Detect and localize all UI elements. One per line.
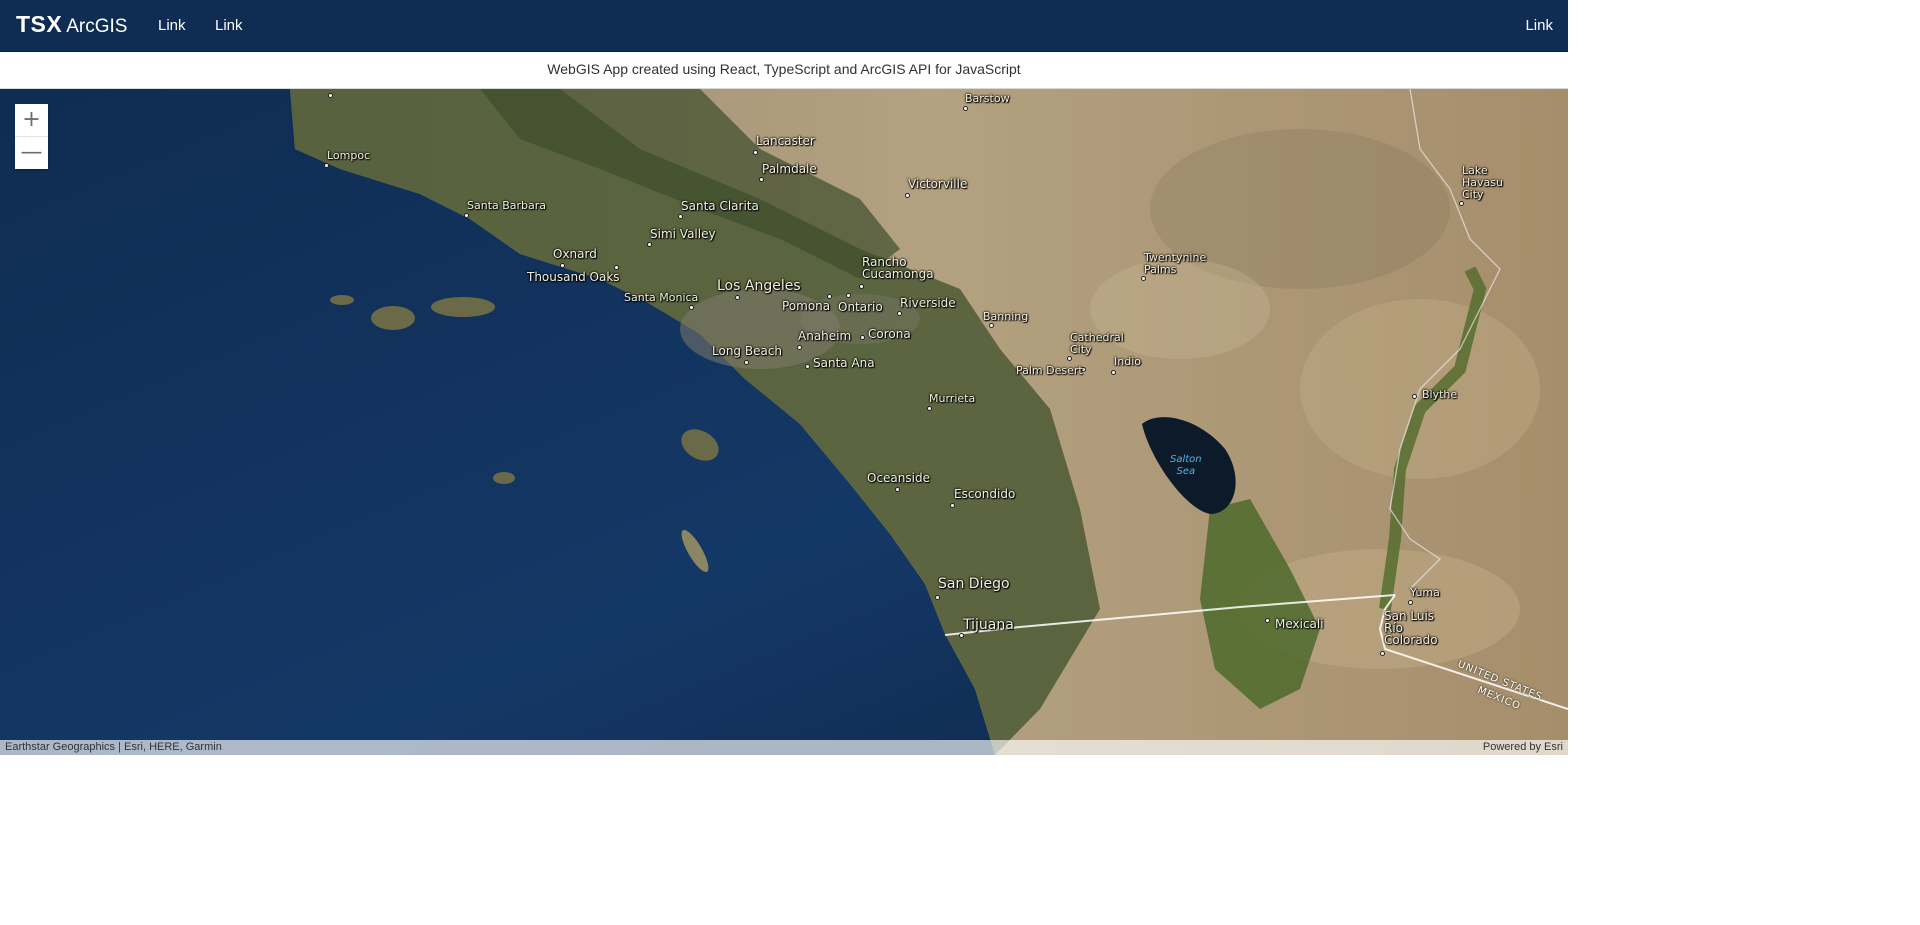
attribution-text[interactable]: Earthstar Geographics | Esri, HERE, Garm… — [5, 741, 222, 753]
city-dot-lake-havasu-city — [1459, 201, 1464, 206]
city-dot-santa-barbara — [464, 213, 469, 218]
label-tijuana: Tijuana — [963, 617, 1014, 633]
label-twentynine-palms: Twentynine Palms — [1144, 251, 1207, 276]
label-banning: Banning — [983, 310, 1029, 323]
brand-light-text: ArcGIS — [66, 16, 128, 37]
brand-strong-text: TSX — [16, 11, 63, 37]
label-mexicali: Mexicali — [1275, 617, 1324, 631]
city-dot-riverside — [897, 311, 902, 316]
label-riverside: Riverside — [900, 296, 956, 310]
label-pomona: Pomona — [782, 299, 831, 313]
label-oxnard: Oxnard — [553, 247, 597, 261]
label-blythe: Blythe — [1422, 388, 1458, 401]
top-navbar: TSX ArcGIS Link Link Link — [0, 0, 1568, 52]
city-dot-long-beach — [744, 360, 749, 365]
label-santa-ana: Santa Ana — [813, 356, 875, 370]
label-barstow: Barstow — [965, 92, 1010, 105]
city-dot-anaheim — [797, 345, 802, 350]
zoom-control: + — — [15, 104, 48, 169]
city-dot-san-luis-rio-colorado — [1380, 651, 1385, 656]
nav-link-right[interactable]: Link — [1525, 17, 1553, 34]
city-dot-oceanside — [895, 487, 900, 492]
city-dot-san-diego — [935, 595, 940, 600]
city-dot-rancho-cucamonga — [859, 284, 864, 289]
label-santa-monica: Santa Monica — [624, 291, 699, 304]
city-dot-lompoc — [324, 163, 329, 168]
label-los-angeles: Los Angeles — [717, 278, 801, 294]
city-dot-indio — [1111, 370, 1116, 375]
map-attribution: Earthstar Geographics | Esri, HERE, Garm… — [0, 740, 1568, 755]
plus-icon[interactable]: + — [15, 104, 48, 137]
city-dot-cathedral-city — [1067, 356, 1072, 361]
label-victorville: Victorville — [908, 177, 968, 191]
city-dot-blythe — [1412, 394, 1417, 399]
label-lompoc: Lompoc — [327, 149, 371, 162]
label-san-diego: San Diego — [938, 576, 1010, 592]
city-dot-oxnard — [560, 263, 565, 268]
label-ontario: Ontario — [838, 300, 883, 314]
city-dot-tijuana — [959, 633, 964, 638]
label-palm-desert: Palm Desert — [1016, 364, 1083, 377]
nav-link-2[interactable]: Link — [215, 17, 243, 34]
map-view[interactable]: Barstow Lompoc Lancaster Palmdale Victor… — [0, 89, 1568, 755]
label-santa-barbara: Santa Barbara — [467, 199, 547, 212]
label-salton-sea: Salton Sea — [1170, 454, 1202, 477]
city-dot-santa-monica — [689, 305, 694, 310]
label-escondido: Escondido — [954, 487, 1016, 501]
label-santa-clarita: Santa Clarita — [681, 199, 759, 213]
city-dot-palmdale — [759, 177, 764, 182]
label-murrieta: Murrieta — [929, 392, 976, 405]
label-oceanside: Oceanside — [867, 471, 930, 485]
city-dot-twentynine-palms — [1141, 276, 1146, 281]
city-dot-yuma — [1408, 600, 1413, 605]
city-dot-murrieta — [927, 406, 932, 411]
city-dot-simi-valley — [647, 242, 652, 247]
label-lake-havasu-city: Lake Havasu City — [1462, 164, 1503, 201]
label-indio: Indio — [1114, 355, 1141, 368]
label-rancho-cucamonga: Rancho Cucamonga — [862, 255, 934, 281]
map-imagery — [0, 89, 1568, 755]
label-corona: Corona — [868, 327, 911, 341]
city-dot-banning — [989, 323, 994, 328]
city-dot-lancaster — [753, 150, 758, 155]
label-san-luis-rio-colorado: San Luis Río Colorado — [1384, 609, 1438, 647]
label-long-beach: Long Beach — [712, 344, 783, 358]
city-dot-mexicali — [1265, 618, 1270, 623]
city-dot-santa-clarita — [678, 214, 683, 219]
city-dot-ontario — [846, 293, 851, 298]
city-dot-corona — [860, 335, 865, 340]
label-lancaster: Lancaster — [756, 134, 815, 148]
brand-logo[interactable]: TSX ArcGIS — [16, 11, 127, 38]
subtitle-bar: WebGIS App created using React, TypeScri… — [0, 52, 1568, 89]
city-dot-extra — [328, 93, 333, 98]
label-thousand-oaks: Thousand Oaks — [527, 270, 620, 284]
powered-by-esri[interactable]: Powered by Esri — [1483, 741, 1563, 753]
city-dot-victorville — [905, 193, 910, 198]
city-dot-los-angeles — [735, 295, 740, 300]
city-dot-barstow — [963, 106, 968, 111]
label-simi-valley: Simi Valley — [650, 227, 716, 241]
minus-icon[interactable]: — — [15, 137, 48, 169]
label-yuma: Yuma — [1410, 586, 1440, 599]
label-palmdale: Palmdale — [762, 162, 817, 176]
app-subtitle: WebGIS App created using React, TypeScri… — [547, 61, 1021, 77]
city-dot-santa-ana — [805, 364, 810, 369]
city-dot-escondido — [950, 503, 955, 508]
label-anaheim: Anaheim — [798, 329, 852, 343]
label-cathedral-city: Cathedral City — [1070, 331, 1124, 356]
nav-link-1[interactable]: Link — [158, 17, 186, 34]
